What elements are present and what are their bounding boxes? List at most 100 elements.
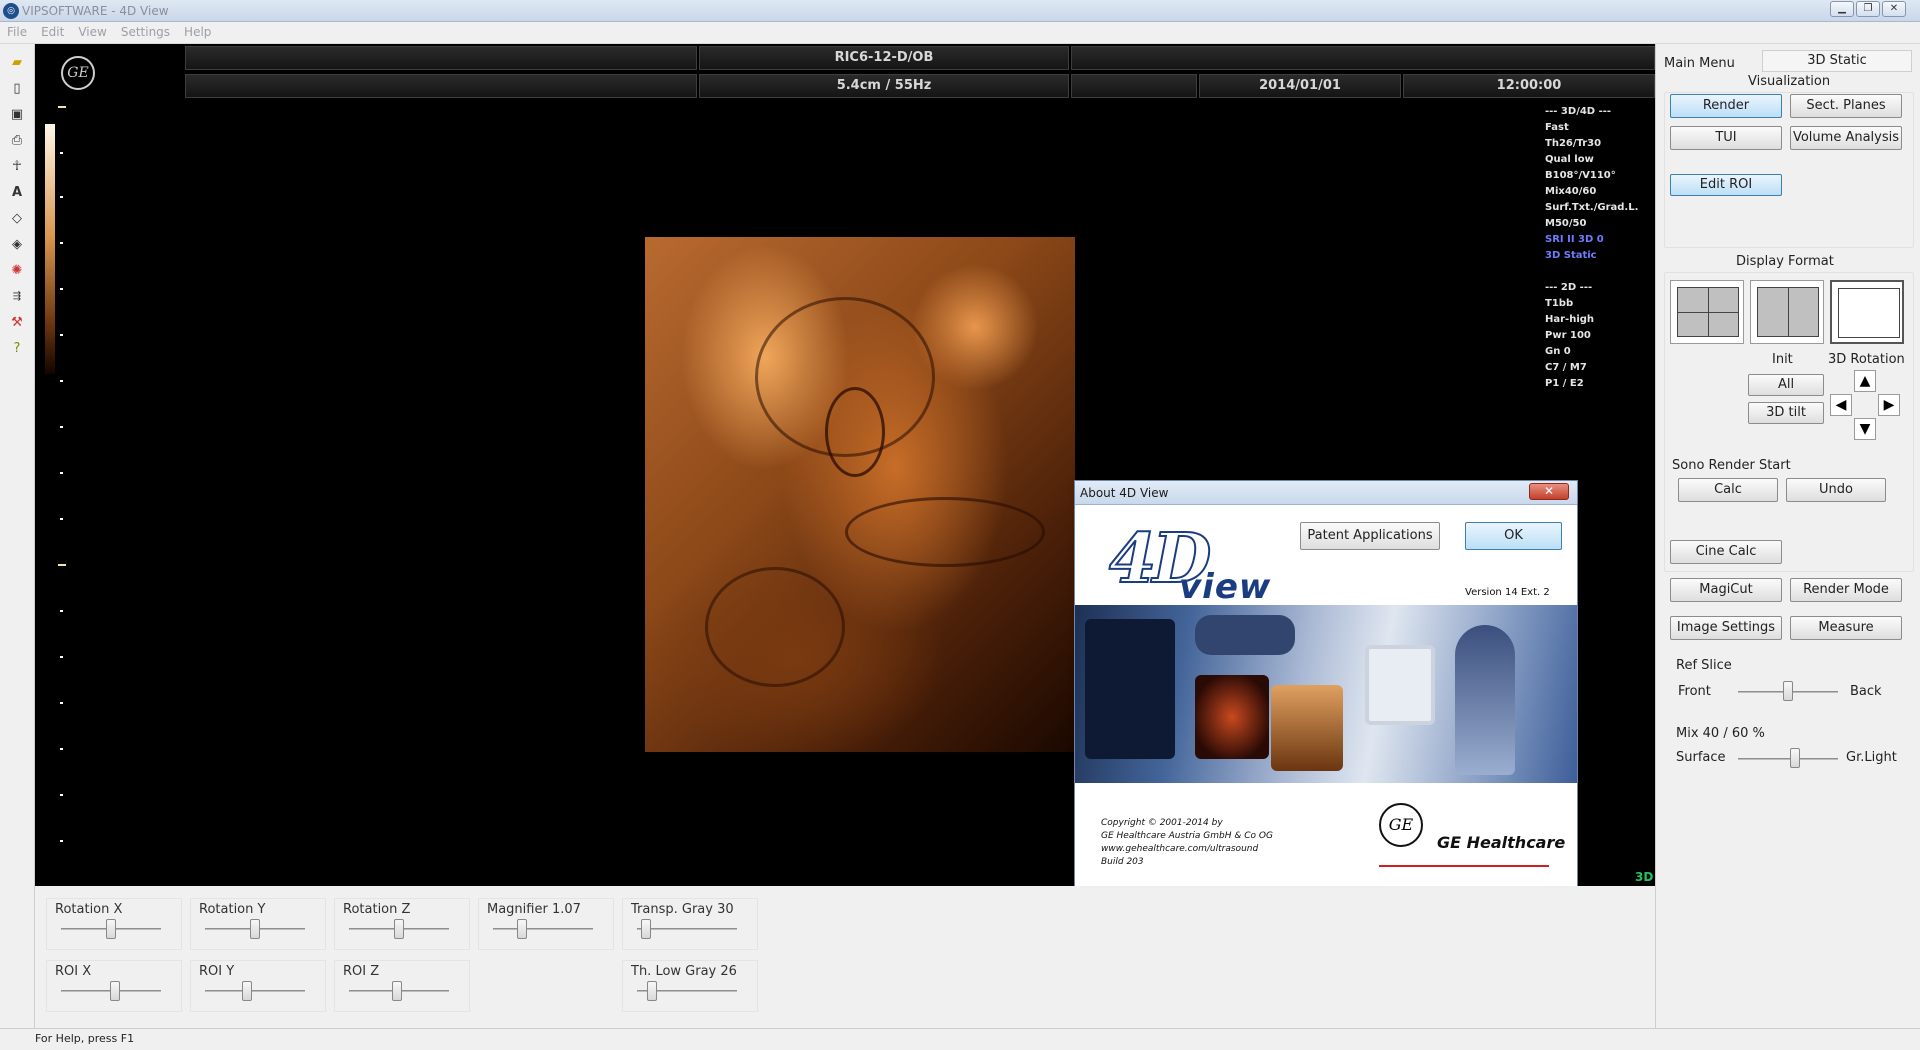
main-menu-label[interactable]: Main Menu [1664, 56, 1735, 71]
rotate-up-arrow-icon[interactable]: ▲ [1854, 370, 1876, 392]
mode-tab[interactable]: 3D Static [1762, 50, 1912, 72]
rotate-right-arrow-icon[interactable]: ▶ [1878, 394, 1900, 416]
minimize-button[interactable]: ▁ [1830, 1, 1854, 17]
front-label: Front [1678, 684, 1711, 699]
menu-settings[interactable]: Settings [114, 22, 177, 42]
render-contour [705, 567, 845, 687]
new-file-icon[interactable]: ▯ [8, 80, 26, 98]
menu-edit[interactable]: Edit [34, 22, 71, 42]
splash-screen-strip [1195, 615, 1295, 655]
menu-file[interactable]: File [0, 22, 34, 42]
roi-y-slider[interactable] [205, 990, 305, 992]
depth-tick [60, 426, 63, 428]
version-label: Version 14 Ext. 2 [1465, 587, 1550, 598]
grlight-label: Gr.Light [1846, 750, 1897, 765]
gray-scale-bar [45, 124, 55, 374]
measure-icon[interactable]: ◈ [8, 236, 26, 254]
copyright-line: Build 203 [1101, 857, 1144, 867]
init-all-button[interactable]: All [1748, 374, 1824, 396]
render-contour [845, 497, 1045, 567]
4dview-logo: 4D view [1099, 518, 1319, 609]
rotation-y-thumb[interactable] [250, 919, 260, 939]
dialog-close-button[interactable]: ✕ [1529, 483, 1569, 500]
rotate-left-arrow-icon[interactable]: ◀ [1830, 394, 1852, 416]
depth-tick [60, 242, 63, 244]
annotate-icon[interactable]: A [8, 184, 26, 202]
depth-tick [60, 472, 63, 474]
info-line: Pwr 100 [1545, 330, 1591, 341]
depth-tick [60, 196, 63, 198]
undo-button[interactable]: Undo [1786, 478, 1886, 502]
th-low-gray-thumb[interactable] [647, 981, 657, 1001]
rotate-down-arrow-icon[interactable]: ▼ [1854, 418, 1876, 440]
magnifier-slider[interactable] [493, 928, 593, 930]
cine-calc-button[interactable]: Cine Calc [1670, 540, 1782, 564]
effect-icon[interactable]: ✺ [8, 262, 26, 280]
patent-applications-button[interactable]: Patent Applications [1300, 522, 1440, 550]
magnifier-thumb[interactable] [517, 919, 527, 939]
menu-view[interactable]: View [71, 22, 113, 42]
ge-healthcare-text: GE Healthcare [1437, 833, 1566, 852]
ge-monogram-logo: GE [1379, 803, 1423, 847]
roi-z-label: ROI Z [343, 964, 380, 979]
restore-button[interactable]: ❐ [1856, 1, 1880, 17]
roi-x-thumb[interactable] [110, 981, 120, 1001]
info-line: Fast [1545, 122, 1569, 133]
menu-help[interactable]: Help [177, 22, 218, 42]
image-info-icon[interactable]: ⇶ [8, 288, 26, 306]
sect-planes-button[interactable]: Sect. Planes [1790, 94, 1902, 118]
volume-analysis-button[interactable]: Volume Analysis [1790, 126, 1902, 150]
rotation-z-thumb[interactable] [394, 919, 404, 939]
measure-button[interactable]: Measure [1790, 616, 1902, 640]
quad-layout-icon [1677, 287, 1739, 337]
display-format-label: Display Format [1736, 254, 1834, 269]
help-icon[interactable]: ? [8, 340, 26, 358]
render-mode-button[interactable]: Render Mode [1790, 578, 1902, 602]
rotation-x-thumb[interactable] [106, 919, 116, 939]
visualization-label: Visualization [1748, 74, 1831, 89]
edit-roi-button[interactable]: Edit ROI [1670, 174, 1782, 196]
info-line: --- 3D/4D --- [1545, 106, 1612, 117]
3d-render-image[interactable] [645, 237, 1075, 752]
diamond-icon[interactable]: ◇ [8, 210, 26, 228]
image-settings-button[interactable]: Image Settings [1670, 616, 1782, 640]
tui-button[interactable]: TUI [1670, 126, 1782, 150]
depth-tick [60, 152, 63, 154]
render-button[interactable]: Render [1670, 94, 1782, 118]
layout-divider [1788, 288, 1789, 336]
format-dual-button[interactable] [1750, 280, 1824, 344]
3d-tilt-button[interactable]: 3D tilt [1748, 402, 1824, 424]
transp-gray-slider[interactable] [637, 928, 737, 930]
ok-button[interactable]: OK [1465, 522, 1562, 550]
copyright-text: Copyright © 2001-2014 by GE Healthcare A… [1101, 817, 1273, 869]
depth-tick [58, 106, 66, 108]
calc-button[interactable]: Calc [1678, 478, 1778, 502]
app-icon: ◎ [3, 3, 19, 19]
open-folder-icon[interactable]: ▰ [8, 54, 26, 72]
save-icon[interactable]: ▣ [8, 106, 26, 124]
magicut-button[interactable]: MagiCut [1670, 578, 1782, 602]
print-icon[interactable]: ⎙ [8, 132, 26, 150]
tool-settings-icon[interactable]: ⚒ [8, 314, 26, 332]
depth-frequency: 5.4cm / 55Hz [699, 74, 1069, 98]
probe-label: RIC6-12-D/OB [699, 46, 1069, 70]
info-line: Mix40/60 [1545, 186, 1597, 197]
info-line: Surf.Txt./Grad.L. [1545, 202, 1639, 213]
ref-slice-thumb[interactable] [1783, 681, 1793, 701]
mix-thumb[interactable] [1790, 748, 1800, 768]
format-quad-button[interactable] [1670, 280, 1744, 344]
info-line: Th26/Tr30 [1545, 138, 1602, 149]
info-line-highlight: SRI II 3D 0 [1545, 234, 1604, 245]
transp-gray-thumb[interactable] [641, 919, 651, 939]
person-icon[interactable]: ☥ [8, 158, 26, 176]
acquisition-info: --- 3D/4D --- Fast Th26/Tr30 Qual low B1… [1545, 104, 1655, 392]
format-single-button[interactable] [1830, 280, 1904, 344]
roi-y-thumb[interactable] [242, 981, 252, 1001]
render-contour [825, 387, 885, 477]
depth-tick [60, 380, 63, 382]
close-window-button[interactable]: ✕ [1882, 1, 1906, 17]
layout-divider [1678, 312, 1738, 313]
roi-z-thumb[interactable] [392, 981, 402, 1001]
mix-slider[interactable] [1738, 758, 1838, 760]
depth-tick [60, 288, 63, 290]
